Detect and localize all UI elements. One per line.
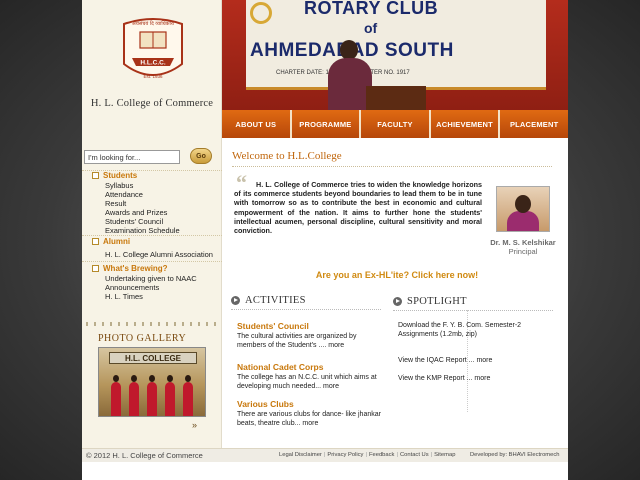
footer-link-contact-us[interactable]: Contact Us xyxy=(398,452,431,458)
divider xyxy=(232,166,552,167)
sidebar-link-result[interactable]: Result xyxy=(105,199,126,208)
nav-achievement[interactable]: ACHIEVEMENT xyxy=(431,110,501,138)
college-crest-logo: अर्थसंचयं दि व्याधिकारी H.L.C.C. Est. 19… xyxy=(123,18,183,79)
activity-text: The college has an N.C.C. unit which aim… xyxy=(237,374,377,390)
arrow-right-icon xyxy=(231,296,240,305)
nav-faculty[interactable]: FACULTY xyxy=(361,110,431,138)
activity-title-ncc[interactable]: National Cadet Corps xyxy=(237,362,323,372)
sidebar-link-alumni-association[interactable]: H. L. College Alumni Association xyxy=(105,250,213,259)
photo-gallery-title: PHOTO GALLERY xyxy=(98,333,187,344)
divider xyxy=(393,310,553,311)
nav-programme[interactable]: PROGRAMME xyxy=(292,110,362,138)
activities-heading: ACTIVITIES xyxy=(231,295,306,306)
divider xyxy=(231,309,381,310)
intro-paragraph: H. L. College of Commerce tries to widen… xyxy=(234,180,482,236)
activity-text: There are various clubs for dance- like … xyxy=(237,411,381,427)
spotlight-item-kmp-report[interactable]: View the KMP Report ... more xyxy=(398,374,558,383)
welcome-heading: Welcome to H.L.College xyxy=(232,150,342,162)
banner-podium xyxy=(366,86,426,110)
spotlight-item-fybcom-assignments[interactable]: Download the F. Y. B. Com. Semester-2 As… xyxy=(398,321,558,339)
sidebar-link-awards[interactable]: Awards and Prizes xyxy=(105,208,167,217)
activity-title-students-council[interactable]: Students' Council xyxy=(237,321,309,331)
footer-link-feedback[interactable]: Feedback xyxy=(367,452,396,458)
page-container: अर्थसंचयं दि व्याधिकारी H.L.C.C. Est. 19… xyxy=(82,0,568,480)
crest-est: Est. 1936 xyxy=(143,74,163,79)
principal-photo xyxy=(496,186,550,232)
box-icon xyxy=(92,238,99,245)
sidebar-link-hl-times[interactable]: H. L. Times xyxy=(105,292,143,301)
more-link[interactable]: more xyxy=(328,342,344,349)
sidebar-link-naac[interactable]: Undertaking given to NAAC xyxy=(105,274,197,283)
nav-about-us[interactable]: ABOUT US xyxy=(222,110,292,138)
developer-credit[interactable]: Developed by: BHAVI Electromech xyxy=(470,452,559,458)
photo-sign: H.L. COLLEGE xyxy=(109,352,197,364)
footer-links: Legal Disclaimer | Privacy Policy | Feedba… xyxy=(277,452,457,458)
sidebar-link-announcements[interactable]: Announcements xyxy=(105,283,159,292)
crest-initials: H.L.C.C. xyxy=(140,60,165,67)
banner-line-2: of xyxy=(364,20,378,36)
more-link[interactable]: more xyxy=(302,420,318,427)
gallery-next-icon[interactable]: » xyxy=(192,420,197,430)
banner-sign: ROTARY CLUB of AHMEDABAD SOUTH CHARTER D… xyxy=(246,0,546,90)
main-nav: ABOUT US PROGRAMME FACULTY ACHIEVEMENT P… xyxy=(222,110,568,138)
sidebar-heading-alumni[interactable]: Alumni xyxy=(92,237,130,246)
sidebar: Go Students Syllabus Attendance Result A… xyxy=(82,138,222,448)
crest-motto: अर्थसंचयं दि व्याधिकारी xyxy=(132,20,175,27)
principal-title: Principal xyxy=(508,247,538,256)
arrow-right-icon xyxy=(393,297,402,306)
logo-area[interactable]: अर्थसंचयं दि व्याधिकारी H.L.C.C. Est. 19… xyxy=(82,0,222,138)
footer: © 2012 H. L. College of Commerce Legal D… xyxy=(82,448,568,462)
box-icon xyxy=(92,172,99,179)
college-name: H. L. College of Commerce xyxy=(90,98,214,109)
spotlight-heading: SPOTLIGHT xyxy=(393,296,467,307)
search-go-button[interactable]: Go xyxy=(190,148,212,164)
principal-name: Dr. M. S. Kelshikar xyxy=(490,238,556,247)
rotary-wheel-icon xyxy=(250,2,272,24)
sidebar-heading-whats-brewing[interactable]: What's Brewing? xyxy=(92,264,168,273)
sidebar-heading-students[interactable]: Students xyxy=(92,171,137,180)
photo-gallery-image[interactable]: H.L. COLLEGE xyxy=(98,347,206,417)
box-icon xyxy=(92,265,99,272)
divider xyxy=(82,235,222,236)
copyright-text: © 2012 H. L. College of Commerce xyxy=(86,451,203,460)
footer-link-sitemap[interactable]: Sitemap xyxy=(432,452,457,458)
spotlight-item-iqac-report[interactable]: View the IQAC Report ... more xyxy=(398,356,558,365)
activity-title-various-clubs[interactable]: Various Clubs xyxy=(237,399,294,409)
sidebar-link-attendance[interactable]: Attendance xyxy=(105,190,143,199)
nav-placement[interactable]: PLACEMENT xyxy=(500,110,568,138)
ribbon-divider xyxy=(82,318,222,330)
banner-line-1: ROTARY CLUB xyxy=(304,0,439,18)
sidebar-link-exam-schedule[interactable]: Examination Schedule xyxy=(105,226,180,235)
footer-link-privacy-policy[interactable]: Privacy Policy xyxy=(325,452,365,458)
activity-text: The cultural activities are organized by… xyxy=(237,333,357,349)
sidebar-link-students-council[interactable]: Students' Council xyxy=(105,217,163,226)
footer-link-legal-disclaimer[interactable]: Legal Disclaimer xyxy=(277,452,324,458)
header-banner-photo: ROTARY CLUB of AHMEDABAD SOUTH CHARTER D… xyxy=(222,0,568,110)
search-input[interactable] xyxy=(84,150,180,164)
sidebar-link-syllabus[interactable]: Syllabus xyxy=(105,181,133,190)
ex-hliter-link[interactable]: Are you an Ex-HL'ite? Click here now! xyxy=(232,270,562,280)
more-link[interactable]: more xyxy=(323,383,339,390)
divider xyxy=(82,261,222,262)
